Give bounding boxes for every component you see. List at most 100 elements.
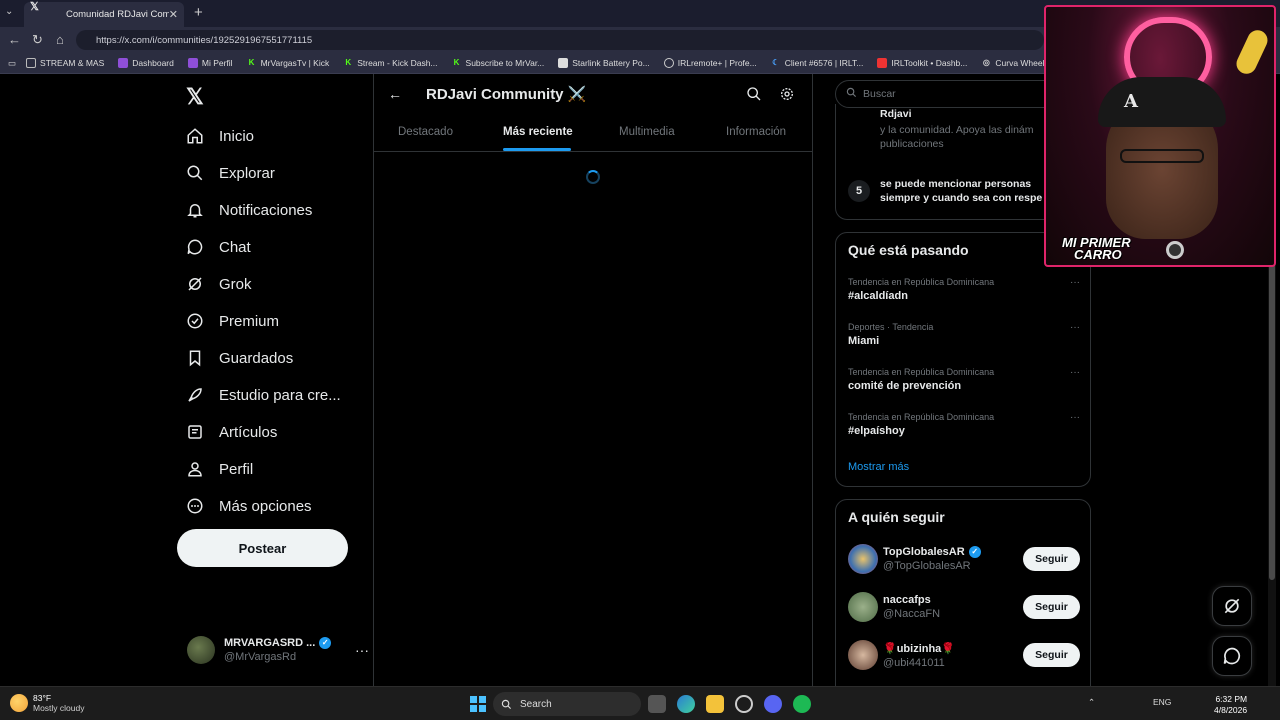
trend-item[interactable]: Tendencia en República Dominicana #elpaí… (848, 412, 1080, 437)
overlay-caption-line: CARRO (1074, 247, 1122, 262)
close-tab-icon[interactable]: ✕ (169, 8, 178, 21)
address-bar[interactable]: https://x.com/i/communities/192529196755… (76, 30, 1044, 50)
post-button[interactable]: Postear (177, 529, 348, 567)
community-header: ← RDJavi Community ⚔️ (374, 74, 812, 116)
tab-destacado[interactable]: Destacado (398, 126, 453, 138)
bookmark-icon[interactable]: ▭ (8, 58, 16, 69)
follow-row[interactable]: naccafps @NaccaFN Seguir (848, 591, 1080, 623)
wheel-icon: ◎ (982, 58, 990, 67)
bookmark-item[interactable]: IRLToolkit • Dashb... (877, 58, 967, 68)
account-switcher[interactable]: MRVARGASRD ... ✓ @MrVargasRd ··· (187, 636, 369, 664)
nav-item-mas-opciones[interactable]: Más opciones (185, 496, 312, 516)
bookmark-item[interactable]: K Subscribe to MrVar... (452, 58, 545, 68)
start-button-icon[interactable] (470, 696, 486, 712)
bookmark-item[interactable]: STREAM & MAS (26, 58, 104, 68)
language-indicator[interactable]: ENG (1153, 697, 1171, 707)
bookmark-item[interactable]: ☾ Client #6576 | IRLT... (771, 58, 863, 68)
follow-button[interactable]: Seguir (1023, 595, 1080, 619)
bookmark-item[interactable]: Mi Perfil (187, 58, 233, 68)
nav-label: Artículos (219, 423, 278, 441)
search-icon (185, 163, 205, 183)
x-logo-icon[interactable]: 𝕏 (186, 84, 204, 110)
tab-mas-reciente[interactable]: Más reciente (503, 126, 573, 138)
trends-card: Qué está pasando Tendencia en República … (835, 232, 1091, 487)
bookmark-item[interactable]: K Stream - Kick Dash... (343, 58, 437, 68)
avatar (848, 592, 878, 622)
trend-meta: Deportes · Tendencia (848, 322, 934, 332)
follow-row[interactable]: TopGlobalesAR ✓ @TopGlobalesAR Seguir (848, 543, 1080, 575)
nav-label: Inicio (219, 127, 255, 145)
tab-multimedia[interactable]: Multimedia (619, 126, 675, 138)
chat-fab-button[interactable] (1212, 636, 1252, 676)
nav-item-perfil[interactable]: Perfil (185, 459, 253, 479)
spotify-icon[interactable] (793, 695, 811, 713)
clock-time: 6:32 PM (1215, 694, 1248, 704)
nav-item-guardados[interactable]: Guardados (185, 348, 293, 368)
back-arrow-icon[interactable]: ← (388, 86, 402, 102)
avatar (848, 640, 878, 670)
irl-icon: ☾ (772, 58, 780, 67)
more-options-icon[interactable]: ··· (355, 642, 369, 658)
weather-widget[interactable]: 83°F Mostly cloudy (10, 693, 85, 713)
more-options-icon[interactable]: ··· (1070, 367, 1080, 378)
profile-handle: @MrVargasRd (224, 651, 297, 663)
follow-name: TopGlobalesAR (883, 546, 965, 558)
trend-item[interactable]: Deportes · Tendencia Miami ··· (848, 322, 1080, 347)
show-more-link[interactable]: Mostrar más (848, 461, 909, 473)
discord-icon[interactable] (764, 695, 782, 713)
nav-item-chat[interactable]: Chat (185, 237, 251, 257)
more-options-icon[interactable]: ··· (1070, 412, 1080, 423)
more-options-icon[interactable]: ··· (1070, 322, 1080, 333)
nav-item-premium[interactable]: Premium (185, 311, 279, 331)
browser-tab[interactable]: 𝕏 Comunidad RDJavi Community ⚔️ ✕ (24, 1, 184, 27)
follow-handle: @ubi441011 (883, 656, 945, 669)
tab-informacion[interactable]: Información (726, 126, 786, 138)
file-explorer-icon[interactable] (706, 695, 724, 713)
search-icon[interactable] (746, 86, 762, 105)
follow-row[interactable]: 🌹ubizinha🌹 @ubi441011 Seguir (848, 639, 1080, 671)
trend-item[interactable]: Tendencia en República Dominicana #alcal… (848, 277, 1080, 302)
bookmark-item[interactable]: Starlink Battery Po... (558, 58, 650, 68)
grok-fab-button[interactable] (1212, 586, 1252, 626)
follow-name: naccafps (883, 594, 931, 606)
nav-item-articulos[interactable]: Artículos (185, 422, 277, 442)
system-clock[interactable]: 6:32 PM 4/8/2026 (1214, 694, 1247, 716)
weather-desc: Mostly cloudy (33, 703, 85, 713)
rule-desc: y la comunidad. Apoya las dinám (880, 124, 1034, 136)
nav-label: Perfil (219, 460, 254, 478)
kick-icon: K (453, 58, 460, 67)
glasses (1120, 149, 1204, 163)
bookmark-item[interactable]: IRLremote+ | Profe... (663, 58, 757, 68)
home-browser-icon[interactable]: ⌂ (56, 32, 64, 47)
more-options-icon[interactable]: ··· (1070, 277, 1080, 288)
grok-icon (1224, 598, 1240, 614)
follow-title: A quién seguir (848, 509, 945, 525)
tab-menu-icon[interactable]: ⌄ (5, 6, 13, 17)
new-tab-icon[interactable]: + (194, 4, 203, 21)
taskbar-search[interactable]: Search (493, 692, 641, 716)
follow-button[interactable]: Seguir (1023, 643, 1080, 667)
nav-item-inicio[interactable]: Inicio (185, 126, 254, 146)
settings-gear-icon[interactable] (779, 86, 795, 105)
nav-item-explorar[interactable]: Explorar (185, 163, 275, 183)
nav-item-notificaciones[interactable]: Notificaciones (185, 200, 312, 220)
nav-label: Guardados (219, 349, 294, 367)
task-view-icon[interactable] (648, 695, 666, 713)
trends-title: Qué está pasando (848, 242, 969, 258)
trend-item[interactable]: Tendencia en República Dominicana comité… (848, 367, 1080, 392)
edge-browser-icon[interactable] (677, 695, 695, 713)
follow-button[interactable]: Seguir (1023, 547, 1080, 571)
chat-icon (185, 237, 205, 257)
rule-number: 5 (848, 180, 870, 202)
grok-icon (185, 274, 205, 294)
nav-item-estudio[interactable]: Estudio para cre... (185, 385, 341, 405)
back-arrow-icon[interactable]: ← (8, 32, 21, 47)
page-icon (558, 58, 569, 68)
bookmark-item[interactable]: K MrVargasTv | Kick (247, 58, 330, 68)
bookmark-item[interactable]: Dashboard (118, 58, 174, 68)
home-icon (185, 126, 205, 146)
obs-icon[interactable] (735, 695, 753, 713)
show-hidden-icons-icon[interactable]: ⌃ (1088, 697, 1095, 708)
nav-item-grok[interactable]: Grok (185, 274, 252, 294)
refresh-icon[interactable]: ↻ (32, 32, 43, 48)
